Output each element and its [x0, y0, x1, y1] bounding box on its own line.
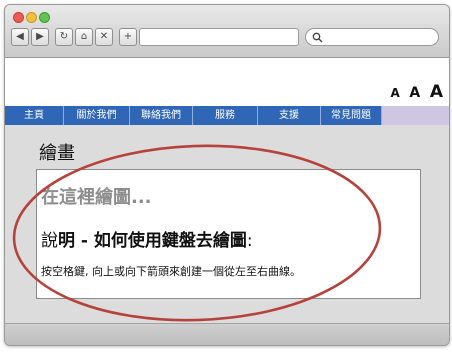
home-icon: ⌂: [80, 31, 88, 42]
address-bar[interactable]: [139, 28, 299, 46]
instructions-text: 按空格鍵, 向上或向下箭頭來創建一個從左至右曲線。: [41, 265, 301, 278]
menu-item-contact[interactable]: 聯絡我們: [130, 106, 193, 125]
main-content: 繪畫 在這裡繪圖... 說明 - 如何使用鍵盤去繪圖: 按空格鍵, 向上或向下箭…: [5, 125, 449, 323]
forward-icon: ▶: [36, 31, 44, 42]
browser-toolbar: ◀ ▶ ↻ ⌂ ✕ +: [5, 5, 449, 58]
main-menu: 主頁 關於我們 聯絡我們 服務 支援 常見問題: [5, 106, 449, 125]
browser-window: ◀ ▶ ↻ ⌂ ✕ + A A A 主頁 關於我們 聯絡我們 服務 支援 常見問…: [4, 4, 450, 346]
instructions-heading: 說明 - 如何使用鍵盤去繪圖:: [41, 226, 253, 251]
menu-item-support[interactable]: 支援: [258, 106, 321, 125]
page-title: 繪畫: [39, 143, 75, 164]
home-button[interactable]: ⌂: [75, 28, 93, 46]
heading-bold: 明 - 如何使用鍵盤去繪圖: [58, 231, 247, 251]
close-window-button[interactable]: [13, 12, 24, 23]
font-size-large-button[interactable]: A: [430, 82, 443, 102]
forward-button[interactable]: ▶: [31, 28, 49, 46]
heading-suffix: :: [246, 231, 253, 251]
font-size-controls: A A A: [387, 82, 443, 102]
plus-icon: +: [123, 31, 133, 42]
search-field[interactable]: [305, 28, 439, 46]
reload-button[interactable]: ↻: [55, 28, 73, 46]
menu-item-faq[interactable]: 常見問題: [321, 106, 382, 125]
heading-prefix: 說: [41, 231, 58, 251]
back-icon: ◀: [16, 31, 24, 42]
reload-icon: ↻: [59, 31, 69, 42]
drawing-canvas[interactable]: 在這裡繪圖... 說明 - 如何使用鍵盤去繪圖: 按空格鍵, 向上或向下箭頭來創…: [36, 169, 421, 299]
menu-item-about[interactable]: 關於我們: [64, 106, 130, 125]
search-icon: [312, 32, 323, 43]
minimize-window-button[interactable]: [26, 12, 37, 23]
status-bar: [5, 323, 449, 345]
zoom-window-button[interactable]: [39, 12, 50, 23]
stop-icon: ✕: [99, 31, 109, 42]
menu-spacer: [382, 106, 449, 125]
canvas-placeholder: 在這裡繪圖...: [41, 187, 152, 208]
font-size-medium-button[interactable]: A: [409, 85, 420, 101]
menu-item-home[interactable]: 主頁: [5, 106, 64, 125]
menu-item-services[interactable]: 服務: [193, 106, 258, 125]
stop-button[interactable]: ✕: [95, 28, 113, 46]
font-size-small-button[interactable]: A: [391, 86, 400, 100]
web-page: A A A 主頁 關於我們 聯絡我們 服務 支援 常見問題 繪畫 在這裡繪圖..…: [5, 58, 449, 323]
back-button[interactable]: ◀: [11, 28, 29, 46]
new-tab-button[interactable]: +: [119, 28, 137, 46]
